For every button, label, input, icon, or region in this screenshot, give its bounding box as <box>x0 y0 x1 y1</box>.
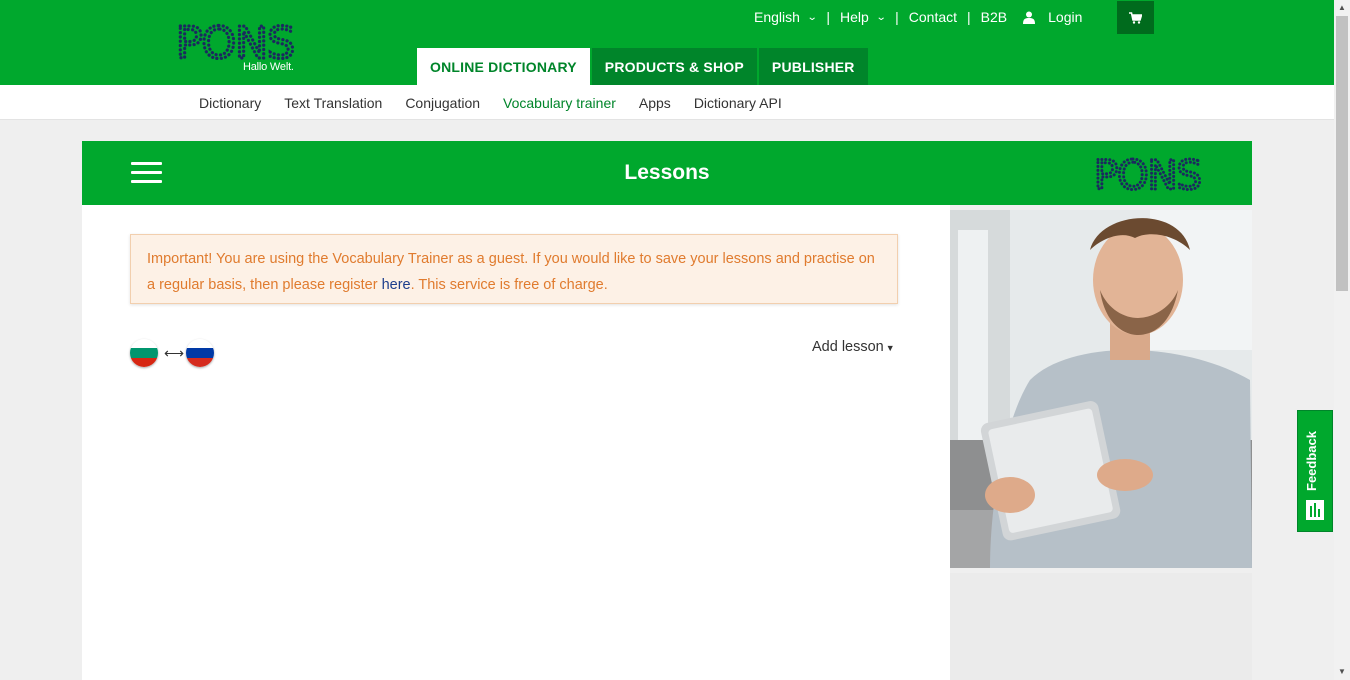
pons-logo-dots: PONS <box>176 20 297 62</box>
ad-placeholder <box>950 573 1252 680</box>
svg-text:PONS: PONS <box>1094 155 1201 193</box>
arrow-left-right-icon: ⟷ <box>164 344 185 361</box>
register-link[interactable]: here <box>382 277 411 293</box>
russian-flag-icon[interactable] <box>186 339 214 367</box>
page-title: Lessons <box>624 161 710 184</box>
scroll-down-icon[interactable]: ▼ <box>1334 664 1350 680</box>
feedback-tab[interactable]: Feedback <box>1297 410 1333 532</box>
tab-products-shop[interactable]: PRODUCTS & SHOP <box>591 48 757 85</box>
add-lesson-label: Add lesson <box>812 339 884 355</box>
language-pair: ⟷ <box>130 339 214 367</box>
subnav-vocabulary-trainer[interactable]: Vocabulary trainer <box>503 95 616 111</box>
subnav-dictionary-api[interactable]: Dictionary API <box>694 95 782 111</box>
subnav-text-translation[interactable]: Text Translation <box>284 95 382 111</box>
login-link[interactable]: Login <box>1023 9 1082 25</box>
contact-link[interactable]: Contact <box>909 9 957 25</box>
language-selector[interactable]: English ⌄ <box>754 9 818 25</box>
b2b-link[interactable]: B2B <box>981 9 1007 25</box>
cart-icon <box>1129 11 1142 24</box>
main-content: Important! You are using the Vocabulary … <box>82 205 950 680</box>
utility-nav: English ⌄ | Help ⌄ | Contact | B2B Login <box>754 0 1082 34</box>
guest-warning-alert: Important! You are using the Vocabulary … <box>130 234 898 304</box>
tab-publisher[interactable]: PUBLISHER <box>758 48 868 85</box>
subnav-dictionary[interactable]: Dictionary <box>199 95 261 111</box>
add-lesson-dropdown[interactable]: Add lesson ▼ <box>812 339 895 355</box>
scroll-thumb[interactable] <box>1336 16 1348 291</box>
advertisement-image[interactable] <box>950 210 1252 568</box>
tagline: Hallo Welt. <box>243 61 294 73</box>
cart-button[interactable] <box>1117 1 1154 34</box>
subnav-conjugation[interactable]: Conjugation <box>405 95 480 111</box>
chevron-down-icon: ⌄ <box>806 11 818 23</box>
feedback-label: Feedback <box>1304 431 1319 491</box>
pons-logo-small: PONS <box>1093 152 1206 201</box>
lessons-header: Lessons PONS <box>82 141 1252 205</box>
caret-down-icon: ▼ <box>885 343 895 353</box>
bulgarian-flag-icon[interactable] <box>130 339 158 367</box>
main-tabs: ONLINE DICTIONARY PRODUCTS & SHOP PUBLIS… <box>417 48 868 85</box>
user-icon <box>1023 11 1036 24</box>
man-with-tablet-illustration <box>950 210 1252 568</box>
top-header: PONS Hallo Welt. English ⌄ | Help ⌄ | Co… <box>0 0 1334 85</box>
login-label: Login <box>1048 9 1083 25</box>
separator: | <box>895 9 899 25</box>
sub-navigation: Dictionary Text Translation Conjugation … <box>0 85 1334 120</box>
tab-online-dictionary[interactable]: ONLINE DICTIONARY <box>417 48 590 85</box>
separator: | <box>826 9 830 25</box>
subnav-apps[interactable]: Apps <box>639 95 671 111</box>
feedback-chart-icon <box>1306 500 1324 520</box>
page-scrollbar[interactable]: ▲ ▼ <box>1334 0 1350 680</box>
separator: | <box>967 9 971 25</box>
svg-text:PONS: PONS <box>176 20 294 62</box>
help-menu[interactable]: Help ⌄ <box>839 9 887 25</box>
chevron-down-icon: ⌄ <box>875 11 887 23</box>
alert-text-end: . This service is free of charge. <box>410 277 608 293</box>
scroll-up-icon[interactable]: ▲ <box>1334 0 1350 16</box>
language-label: English <box>754 9 800 25</box>
help-label: Help <box>839 9 869 25</box>
